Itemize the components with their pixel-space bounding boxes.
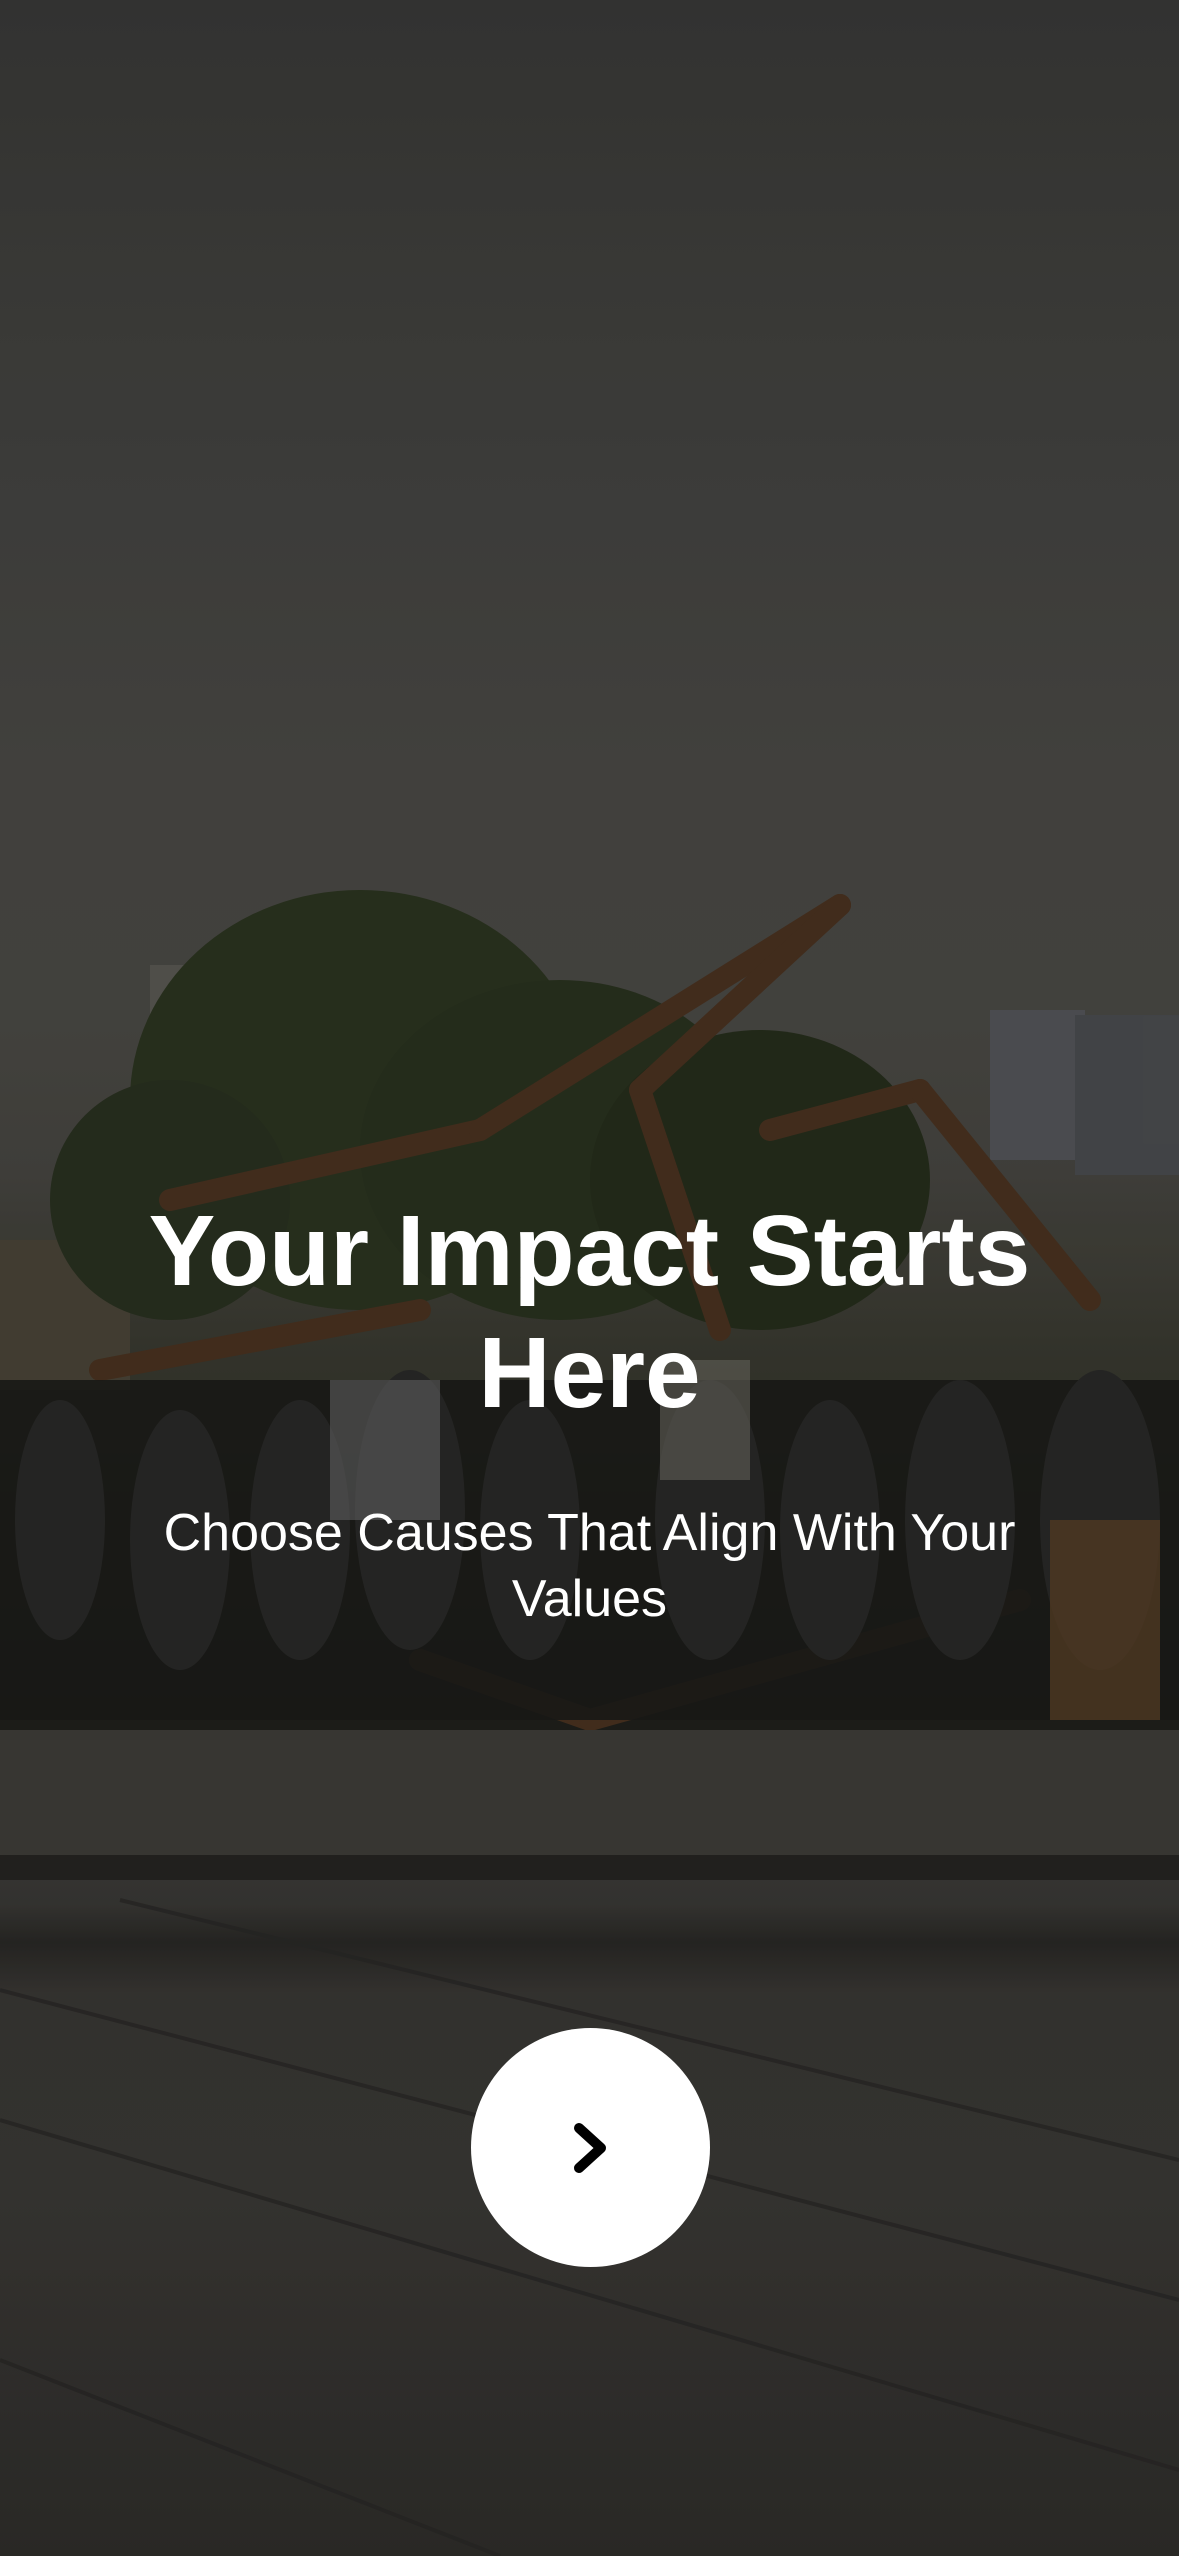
headline: Your Impact Starts Here — [148, 1195, 1031, 1429]
onboarding-screen: Your Impact Starts Here Choose Causes Th… — [0, 0, 1179, 2556]
subheadline: Choose Causes That Align With Your Value… — [163, 1504, 1016, 1628]
chevron-right-icon — [571, 2122, 611, 2174]
next-button[interactable] — [471, 2028, 710, 2267]
